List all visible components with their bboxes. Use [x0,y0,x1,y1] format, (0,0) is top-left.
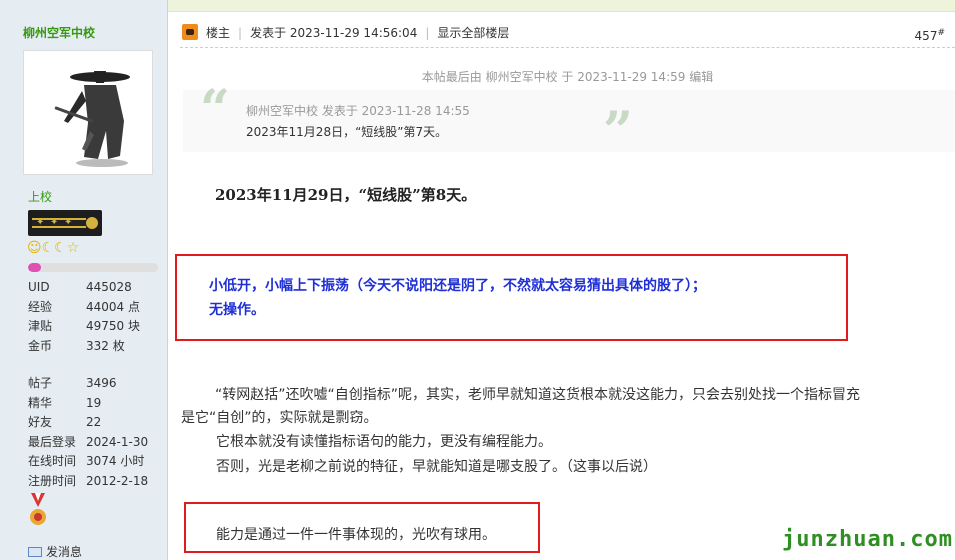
blue-text-line-1: 小低开，小幅上下振荡（今天不说阳还是阴了，不然就太容易猜出具体的股了）； [209,278,706,294]
stats-group-1: UID 445028 经验 44004 点 津贴 49750 块 金币 332 枚 [28,278,160,356]
avatar-image [54,71,130,167]
rank-label[interactable]: 上校 [28,188,52,205]
site-watermark: junzhuan.com [782,527,953,552]
envelope-icon [28,546,42,557]
edit-note: 本帖最后由 柳州空军中校 于 2023-11-29 14:59 编辑 [421,70,714,84]
paragraph-1-line-2: 是它“自创”的，实际就是剽窃。 [181,410,378,426]
post-header: 楼主 | 发表于 2023-11-29 14:56:04 | 显示全部楼层 457# [180,18,955,48]
online-user-icon [182,24,198,40]
rank-badge-icon: ✦ ✦ ✦ [28,210,102,236]
stat-online-time: 在线时间 3074 小时 [28,454,145,468]
stat-register-date: 注册时间 2012-2-18 [28,473,149,488]
quote-body: 2023年11月28日，“短线股”第7天。 [246,125,448,139]
credit-progress-fill [28,263,41,272]
floor-number[interactable]: 457# [915,28,945,43]
level-medals-icon: ☺☾☾☆ [27,240,80,256]
op-label: 楼主 [206,26,231,40]
avatar[interactable] [23,50,153,175]
send-message-label: 发消息 [46,545,83,559]
show-all-floors-link[interactable]: 显示全部楼层 [437,26,509,40]
author-name[interactable]: 柳州空军中校 [23,24,95,41]
credit-progress-bar [28,263,158,272]
quote-close-icon: ” [603,101,633,162]
paragraph-3: 否则，光是老柳之前说的特征，早就能知道是哪支股了。（这事以后说） [216,459,657,475]
send-message-button[interactable]: 发消息 [28,543,82,560]
post-meta: 楼主 | 发表于 2023-11-29 14:56:04 | 显示全部楼层 [206,26,510,40]
medal-icon[interactable] [28,493,48,529]
stat-friends: 好友 22 [28,415,102,429]
author-sidebar: 柳州空军中校 上校 ✦ ✦ ✦ ☺☾☾☆ UID 445028 经验 44004 点… [0,0,168,560]
blue-text-line-2: 无操作。 [209,302,265,318]
post-title: 2023年11月29日，“短线股”第8天。 [215,186,477,204]
highlight-box-red [175,254,848,341]
quote-block [183,90,955,152]
stat-last-login: 最后登录 2024-1-30 [28,434,149,449]
stats-group-2: 帖子 3496 精华 19 好友 22 最后登录 2024-1-30 在线时间 3074 … [28,374,160,491]
stat-gold: 金币 332 枚 [28,338,125,353]
quote-open-icon: “ [200,79,230,140]
paragraph-4: 能力是通过一件一件事体现的，光吹有球用。 [216,527,496,543]
paragraph-2: 它根本就没有读懂指标语句的能力，更没有编程能力。 [216,434,552,450]
stat-uid: UID 445028 [28,280,132,294]
stat-exp: 经验 44004 点 [28,299,140,314]
post-time: 发表于 2023-11-29 14:56:04 [250,26,418,40]
stat-allowance: 津贴 49750 块 [28,319,140,333]
quote-meta[interactable]: 柳州空军中校 发表于 2023-11-28 14:55 [246,102,470,119]
stat-digest: 精华 19 [28,395,102,410]
stat-posts: 帖子 3496 [28,376,117,390]
paragraph-1-line-1: “转网赵括”还吹嘘“自创指标”呢，其实，老师早就知道这货根本就没这能力，只会去别… [215,387,861,403]
